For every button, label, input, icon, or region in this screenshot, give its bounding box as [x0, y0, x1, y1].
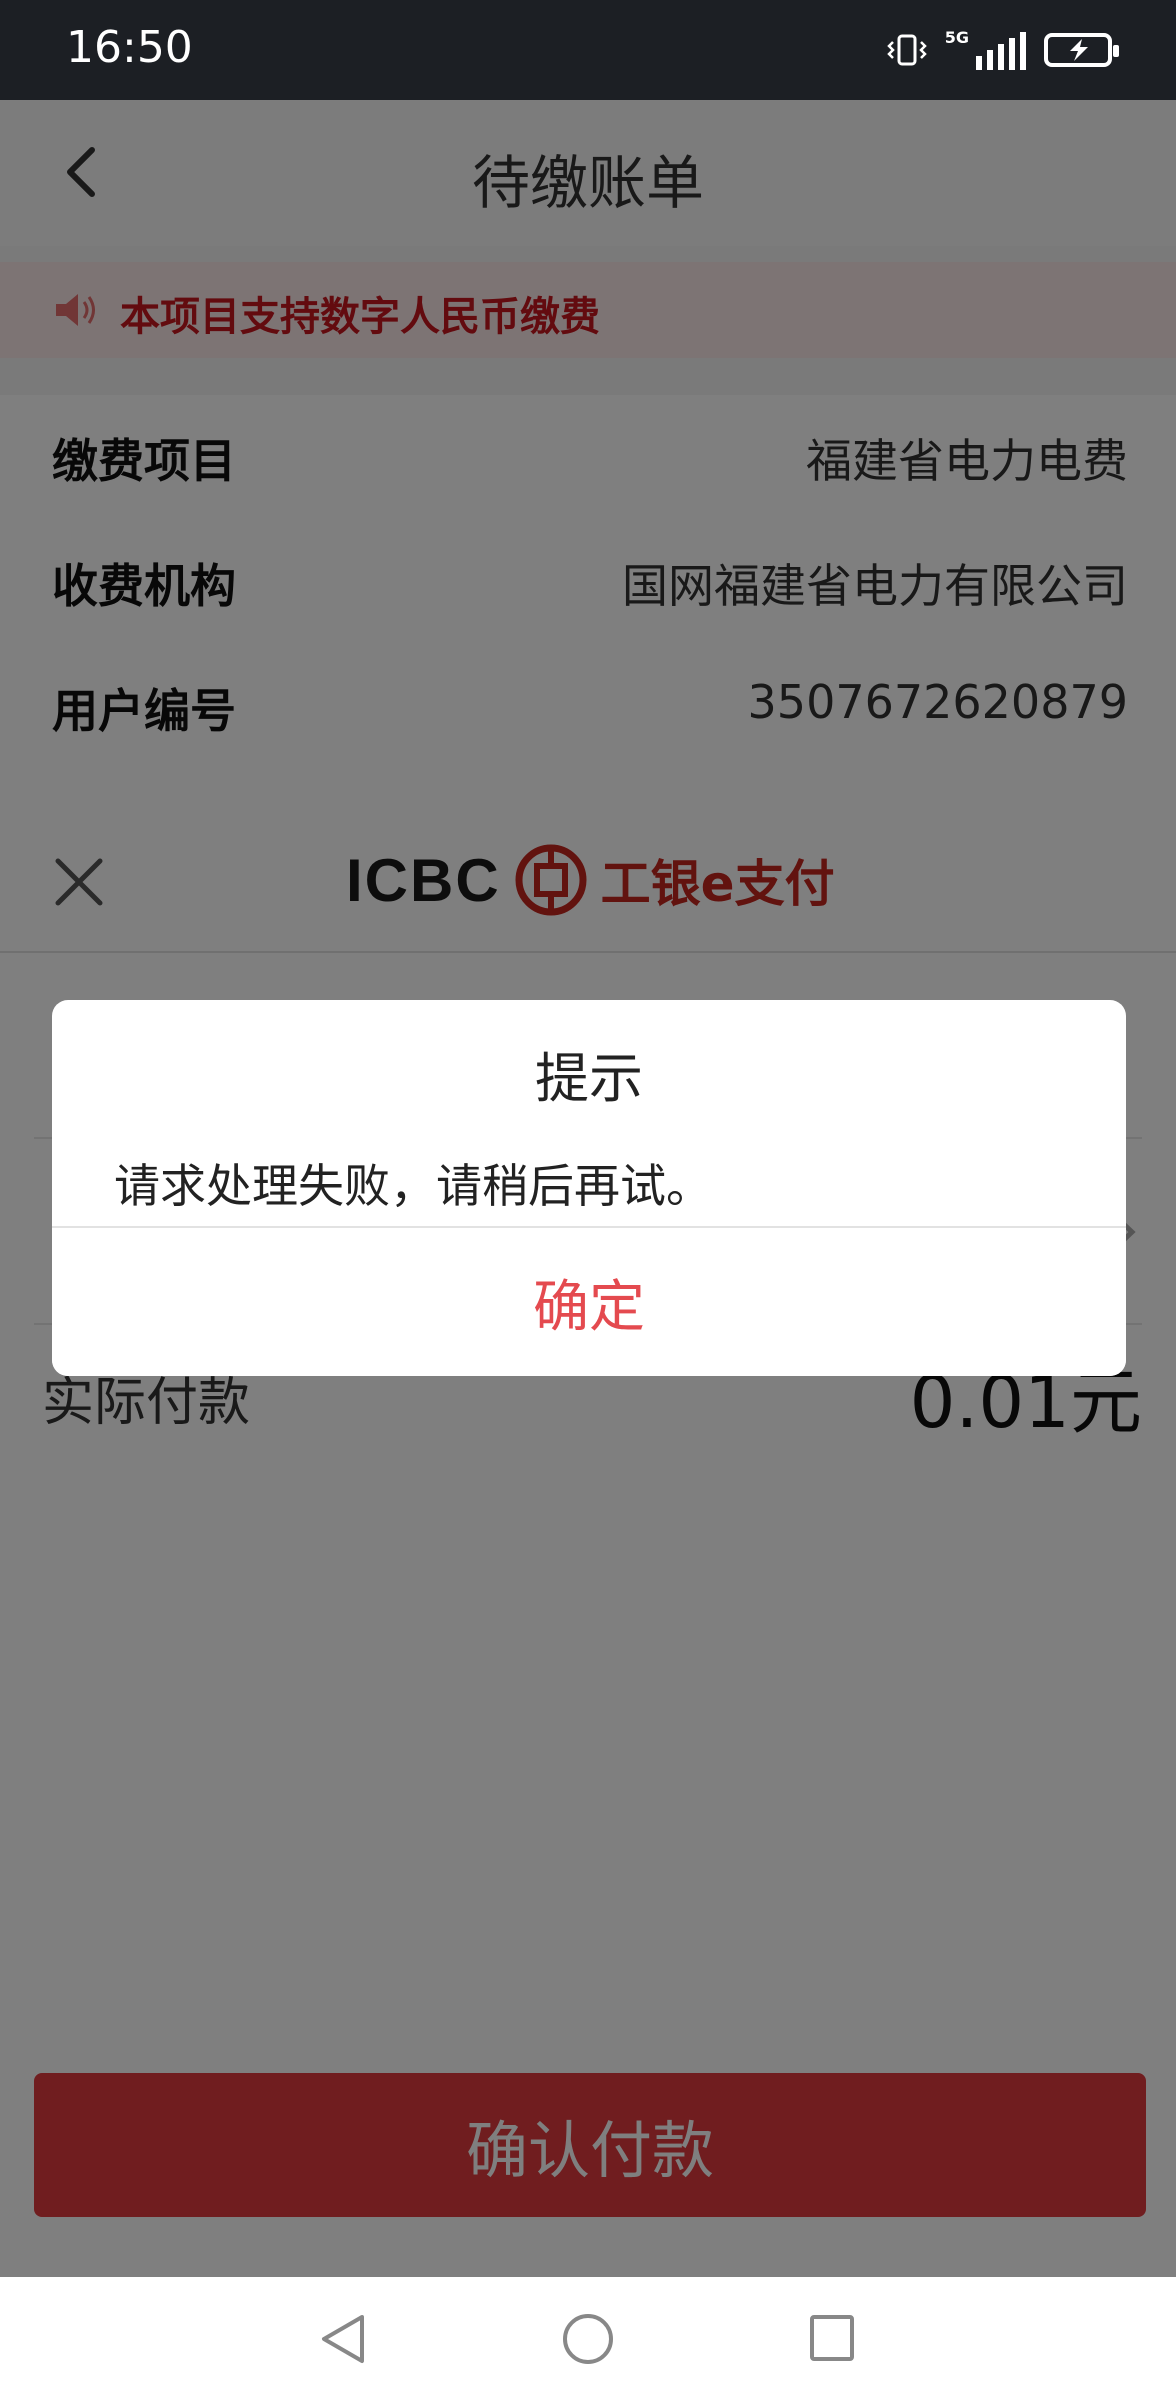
nav-home-icon[interactable] [563, 2314, 613, 2364]
status-bar: 16:50 5G [0, 0, 1176, 100]
system-nav-bar [0, 2277, 1176, 2400]
status-time: 16:50 [66, 22, 193, 73]
alert-dialog: 提示 请求处理失败，请稍后再试。 确定 [52, 1000, 1126, 1376]
signal-icon: 5G [945, 30, 1026, 70]
screen: 16:50 5G 提示 请求处理失败，请稍后再试。 确定 [0, 0, 1176, 2400]
dialog-title: 提示 [535, 1047, 643, 1110]
vibrate-icon [886, 34, 927, 66]
nav-recents-icon[interactable] [810, 2315, 854, 2361]
network-label: 5G [944, 28, 969, 47]
nav-back-icon[interactable] [318, 2313, 368, 2365]
battery-icon [1044, 33, 1119, 67]
dialog-message: 请求处理失败，请稍后再试。 [114, 1159, 712, 1213]
status-icons: 5G [886, 28, 1119, 72]
dialog-ok-button[interactable]: 确定 [52, 1228, 1126, 1376]
